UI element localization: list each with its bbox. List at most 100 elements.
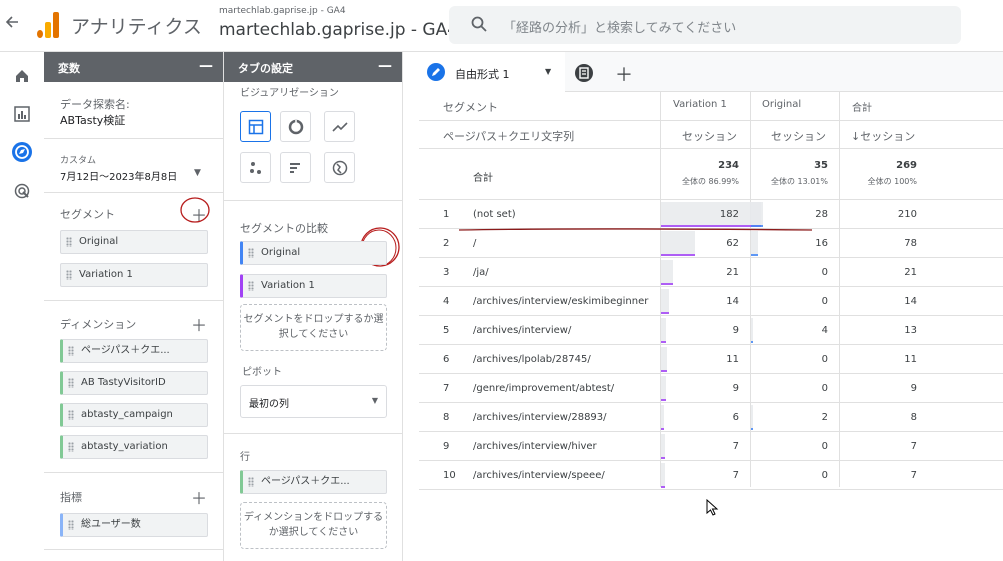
search-bar[interactable]: 「経路の分析」と検索してみてください <box>449 6 961 44</box>
segment-chip[interactable]: Variation 1 <box>60 263 208 287</box>
row-number: 9 <box>443 441 450 452</box>
scatter-viz-icon[interactable] <box>240 152 271 183</box>
total-value: 7 <box>910 470 917 481</box>
metric-chip[interactable]: 総ユーザー数 <box>60 513 208 537</box>
page-path-cell[interactable]: /ja/ <box>473 267 659 278</box>
total-label: 合計 <box>473 173 493 184</box>
add-dimension-icon[interactable]: ＋ <box>191 312 207 336</box>
chevron-down-icon[interactable]: ▼ <box>194 168 201 178</box>
total-percent: 全体の 86.99% <box>681 177 739 186</box>
grid-line <box>419 344 1003 345</box>
variation-bar <box>661 347 667 372</box>
segment-chip[interactable]: Original <box>60 230 208 254</box>
dimension-chip[interactable]: AB TastyVisitorID <box>60 371 208 395</box>
dimension-chip[interactable]: abtasty_variation <box>60 435 208 459</box>
variables-panel: 変数 — データ探索名: ABTasty検証 カスタム 7月12日～2023年8… <box>44 52 224 561</box>
original-value: 0 <box>821 383 828 394</box>
drag-handle-icon[interactable] <box>68 520 74 530</box>
segment-compare-label: セグメントの比較 <box>240 222 328 235</box>
variation-value: 62 <box>726 238 739 249</box>
arrow-left-icon[interactable] <box>5 15 21 35</box>
advertising-icon[interactable] <box>11 180 33 202</box>
dimension-drop-zone[interactable]: ディメンションをドロップするか選択してください <box>240 502 387 549</box>
total-value: 78 <box>904 238 917 249</box>
page-path-cell[interactable]: /archives/interview/ <box>473 325 659 336</box>
grid-line <box>419 373 1003 374</box>
compare-segment-chip[interactable]: Original <box>240 241 387 265</box>
page-path-cell[interactable]: /archives/interview/hiver <box>473 441 659 452</box>
metrics-label: 指標 <box>60 491 82 504</box>
pivot-select[interactable]: 最初の列 ▼ <box>240 385 387 418</box>
total-value: 8 <box>910 412 917 423</box>
page-path-cell[interactable]: /genre/improvement/abtest/ <box>473 383 659 394</box>
col-segment-variation1: Variation 1 <box>673 99 727 110</box>
collapse-icon[interactable]: — <box>378 58 392 74</box>
variation-value: 6 <box>732 412 739 423</box>
drag-handle-icon[interactable] <box>68 346 74 356</box>
exploration-name-label: データ探索名: <box>60 98 130 111</box>
col-metric[interactable]: セッション <box>682 128 737 144</box>
chevron-down-icon[interactable]: ▼ <box>545 67 551 76</box>
variation-bar <box>661 376 666 401</box>
grid-line <box>419 431 1003 432</box>
copy-tab-icon[interactable] <box>574 63 594 83</box>
globe-viz-icon[interactable] <box>324 152 355 183</box>
variation-bar <box>661 318 666 343</box>
col-segment-original: Original <box>762 99 802 110</box>
page-path-cell[interactable]: /archives/interview/28893/ <box>473 412 659 423</box>
tab-freeform[interactable]: 自由形式 1 ▼ <box>419 52 565 92</box>
exploration-name[interactable]: ABTasty検証 <box>60 112 125 128</box>
reports-icon[interactable] <box>11 103 33 125</box>
search-input[interactable]: 「経路の分析」と検索してみてください <box>503 17 736 36</box>
page-path-cell[interactable]: /archives/interview/eskimibeginner <box>473 296 659 307</box>
drag-handle-icon[interactable] <box>68 442 74 452</box>
divider <box>44 472 224 473</box>
table-viz-icon[interactable] <box>240 111 271 142</box>
page-path-cell[interactable]: /archives/interview/speee/ <box>473 470 659 481</box>
collapse-icon[interactable]: — <box>199 58 213 74</box>
bar-viz-icon[interactable] <box>280 152 311 183</box>
account-breadcrumb[interactable]: martechlab.gaprise.jp - GA4 <box>219 6 346 16</box>
original-value: 28 <box>815 209 828 220</box>
drag-handle-icon[interactable] <box>248 281 254 291</box>
col-metric-sorted[interactable]: ↓セッション <box>851 128 915 144</box>
drag-handle-icon[interactable] <box>68 410 74 420</box>
drag-handle-icon[interactable] <box>66 270 72 280</box>
dimension-chip[interactable]: abtasty_campaign <box>60 403 208 427</box>
variation-value: 11 <box>726 354 739 365</box>
page-path-cell[interactable]: /archives/lpolab/28745/ <box>473 354 659 365</box>
header-segment: セグメント <box>443 101 498 114</box>
row-number: 1 <box>443 209 450 220</box>
rows-label: 行 <box>240 452 250 463</box>
line-viz-icon[interactable] <box>324 111 355 142</box>
total-value: 14 <box>904 296 917 307</box>
total-percent: 全体の 13.01% <box>770 177 828 186</box>
header-dimension[interactable]: ページパス＋クエリ文字列 <box>443 128 574 144</box>
original-value: 16 <box>815 238 828 249</box>
explore-icon[interactable] <box>11 141 33 163</box>
add-tab-icon[interactable]: ＋ <box>615 61 633 87</box>
donut-viz-icon[interactable] <box>280 111 311 142</box>
page-path-cell[interactable]: / <box>473 238 659 249</box>
row-chip[interactable]: ページパス＋クエ... <box>240 470 387 494</box>
compare-segment-chip[interactable]: Variation 1 <box>240 274 387 298</box>
row-number: 10 <box>443 470 456 481</box>
property-selector[interactable]: martechlab.gaprise.jp - GA4 <box>219 20 458 40</box>
dimension-chip[interactable]: ページパス＋クエ... <box>60 339 208 363</box>
col-segment-total: 合計 <box>852 103 872 114</box>
segment-drop-zone[interactable]: セグメントをドロップするか選択してください <box>240 304 387 351</box>
add-metric-icon[interactable]: ＋ <box>191 485 207 509</box>
drag-handle-icon[interactable] <box>248 248 254 258</box>
original-value: 0 <box>821 296 828 307</box>
home-icon[interactable] <box>11 65 33 87</box>
drag-handle-icon[interactable] <box>66 237 72 247</box>
date-range[interactable]: 7月12日～2023年8月8日 <box>60 168 177 183</box>
drag-handle-icon[interactable] <box>248 477 254 487</box>
variation-bar <box>661 289 669 314</box>
row-number: 5 <box>443 325 450 336</box>
col-metric[interactable]: セッション <box>771 128 826 144</box>
drag-handle-icon[interactable] <box>68 378 74 388</box>
row-number: 3 <box>443 267 450 278</box>
report-area: 自由形式 1 ▼ ＋ セグメント ページパス＋クエリ文字列 Variation … <box>419 52 1003 561</box>
page-path-cell[interactable]: (not set) <box>473 209 659 220</box>
